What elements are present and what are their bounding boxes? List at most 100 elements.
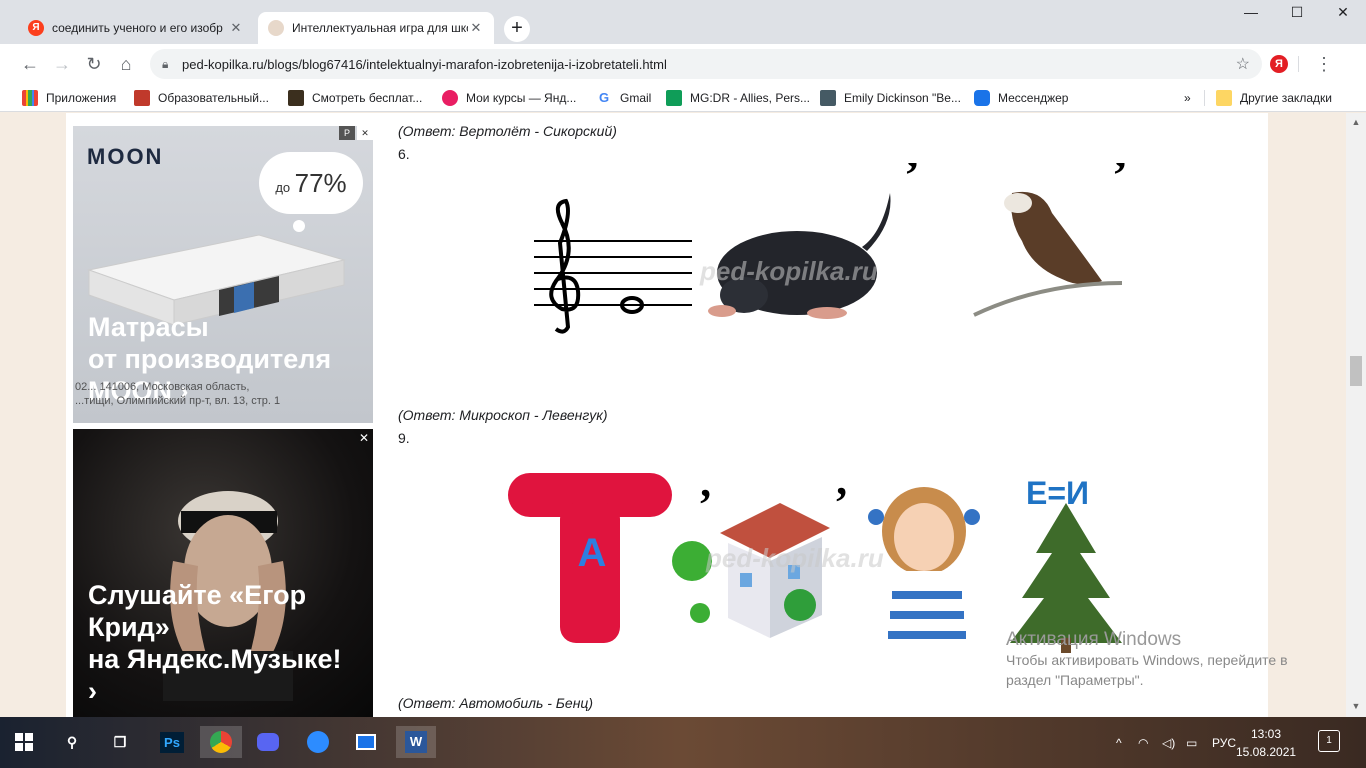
arrow-left-icon: ←: [21, 54, 39, 74]
google-g-icon: G: [596, 90, 612, 106]
reload-button[interactable]: ↻: [82, 52, 106, 76]
bookmark-apps[interactable]: Приложения: [22, 88, 116, 108]
yandex-favicon-icon: Я: [28, 20, 44, 36]
network-status[interactable]: ◠: [1138, 717, 1148, 768]
minimize-button[interactable]: —: [1228, 4, 1274, 26]
discord-taskbar-button[interactable]: [252, 726, 284, 758]
browser-toolbar: ← → ↻ ⌂ 🔒︎ ped-kopilka.ru/blogs/blog6741…: [0, 44, 1366, 84]
discount-prefix: до: [275, 180, 291, 195]
volume-control[interactable]: ◁): [1162, 717, 1175, 768]
tab-ped-kopilka[interactable]: Интеллектуальная игра для школ ✕: [258, 12, 494, 44]
home-button[interactable]: ⌂: [114, 52, 138, 76]
question-number: 6.: [398, 146, 410, 162]
zoom-icon: [307, 731, 329, 753]
windows-activation-notice: Активация Windows Чтобы активировать Win…: [1006, 630, 1288, 690]
ad-legal-text: 02... 141006, Московская область, ...тищ…: [75, 380, 365, 408]
action-center-button[interactable]: 1: [1318, 730, 1340, 752]
bookmark-favicon-icon: [442, 90, 458, 106]
keyboard-icon: ▭: [1186, 735, 1198, 750]
bookmark-label: Gmail: [620, 91, 652, 105]
taskbar-clock[interactable]: 13:03 15.08.2021: [1236, 725, 1296, 761]
music-staff-note: [534, 198, 692, 334]
new-tab-button[interactable]: +: [504, 16, 530, 42]
activation-line: раздел "Параметры".: [1006, 672, 1144, 688]
rebus-letter-t: А: [508, 473, 672, 643]
ad-close-button[interactable]: ✕: [357, 126, 373, 140]
bookmark-item[interactable]: Emily Dickinson "Be...: [820, 88, 961, 108]
bookmark-item[interactable]: Смотреть бесплат...: [288, 88, 422, 108]
bookmark-item[interactable]: G Gmail: [596, 88, 651, 108]
home-icon: ⌂: [120, 54, 132, 74]
keyboard-tray[interactable]: ▭: [1186, 717, 1197, 768]
scrollbar-thumb[interactable]: [1350, 356, 1362, 386]
bookmark-label: MG:DR - Allies, Pers...: [690, 91, 811, 105]
clock-time: 13:03: [1250, 727, 1282, 741]
bookmark-item[interactable]: Мои курсы — Янд...: [442, 88, 576, 108]
windows-logo-icon: [15, 733, 33, 751]
ped-kopilka-favicon-icon: [268, 20, 284, 36]
vertical-scrollbar[interactable]: ▲ ▼: [1346, 113, 1366, 717]
zoom-taskbar-button[interactable]: [302, 726, 334, 758]
reader-taskbar-button[interactable]: [350, 726, 382, 758]
headline-line: ›: [88, 676, 97, 706]
headline-line: Матрасы: [88, 312, 209, 342]
more-bookmarks-button[interactable]: »: [1184, 88, 1191, 108]
bookmark-item[interactable]: MG:DR - Allies, Pers...: [666, 88, 810, 108]
tab-close-icon[interactable]: ✕: [228, 20, 244, 36]
ad-badge[interactable]: P: [339, 126, 355, 140]
start-button[interactable]: [8, 726, 40, 758]
scroll-down-arrow-icon[interactable]: ▼: [1346, 701, 1366, 711]
bookmark-label: Мои курсы — Янд...: [466, 91, 577, 105]
photoshop-taskbar-button[interactable]: Ps: [156, 726, 188, 758]
bookmark-favicon-icon: [666, 90, 682, 106]
maximize-button[interactable]: ☐: [1274, 4, 1320, 26]
bookmarks-bar: Приложения Образовательный... Смотреть б…: [0, 84, 1366, 112]
wifi-icon: ◠: [1138, 735, 1149, 750]
task-view-button[interactable]: ❐: [104, 726, 136, 758]
bookmark-item[interactable]: Образовательный...: [134, 88, 269, 108]
messenger-icon: [974, 90, 990, 106]
bookmark-label: Приложения: [46, 91, 117, 105]
bookmark-label: Мессенджер: [998, 91, 1069, 105]
bookmark-label: Смотреть бесплат...: [312, 91, 423, 105]
back-button[interactable]: ←: [18, 52, 42, 76]
windows-taskbar: ⚲ ❐ Ps W ^ ◠ ◁) ▭ РУС 13:03 15.08.2021 1: [0, 717, 1366, 768]
show-hidden-icons-button[interactable]: ^: [1116, 717, 1122, 768]
question-number: 9.: [398, 430, 410, 446]
clock-date: 15.08.2021: [1236, 745, 1297, 759]
web-page: MOON до 77% Матрасы от производителя MOO…: [0, 113, 1346, 717]
tab-close-icon[interactable]: ✕: [468, 20, 484, 36]
page-content: MOON до 77% Матрасы от производителя MOO…: [66, 113, 1268, 717]
word-taskbar-button[interactable]: W: [396, 726, 436, 758]
scroll-up-arrow-icon[interactable]: ▲: [1346, 117, 1366, 127]
tab-strip: Я соединить ученого и его изобр ✕ Интелл…: [0, 0, 1366, 44]
ad-brand: MOON: [87, 144, 164, 169]
language-indicator[interactable]: РУС: [1212, 717, 1236, 768]
ad-close-button[interactable]: ✕: [359, 431, 369, 445]
reader-icon: [356, 734, 376, 750]
tab-title: Интеллектуальная игра для школ: [292, 21, 468, 35]
tab-yandex-search[interactable]: Я соединить ученого и его изобр ✕: [18, 12, 254, 44]
bookmark-favicon-icon: [134, 90, 150, 106]
ad-banner-yandex-music[interactable]: Слушайте «Егор Крид» на Яндекс.Музыке! ›…: [73, 429, 373, 717]
watermark: ped-kopilka.ru: [706, 543, 884, 573]
word-icon: W: [405, 731, 427, 753]
other-bookmarks-folder[interactable]: Другие закладки: [1216, 88, 1332, 108]
task-view-icon: ❐: [113, 733, 127, 750]
bookmark-item[interactable]: Мессенджер: [974, 88, 1068, 108]
star-icon[interactable]: ☆: [1236, 54, 1250, 74]
address-bar[interactable]: 🔒︎ ped-kopilka.ru/blogs/blog67416/intele…: [150, 49, 1262, 79]
search-icon: ⚲: [66, 733, 78, 750]
chrome-taskbar-button[interactable]: [200, 726, 242, 758]
legal-line: 02... 141006, Московская область,: [75, 381, 250, 393]
bookmark-label: Emily Dickinson "Be...: [844, 91, 961, 105]
chrome-menu-button[interactable]: ⋮: [1314, 52, 1334, 76]
headline-line: от производителя: [88, 344, 332, 374]
close-window-button[interactable]: ✕: [1320, 4, 1366, 26]
comma-mark: ’: [904, 163, 920, 202]
apps-grid-icon: [22, 90, 38, 106]
search-button[interactable]: ⚲: [56, 726, 88, 758]
ad-banner-moon[interactable]: MOON до 77% Матрасы от производителя MOO…: [73, 126, 373, 423]
yandex-extension-icon[interactable]: Я: [1270, 55, 1288, 73]
forward-button[interactable]: →: [50, 52, 74, 76]
